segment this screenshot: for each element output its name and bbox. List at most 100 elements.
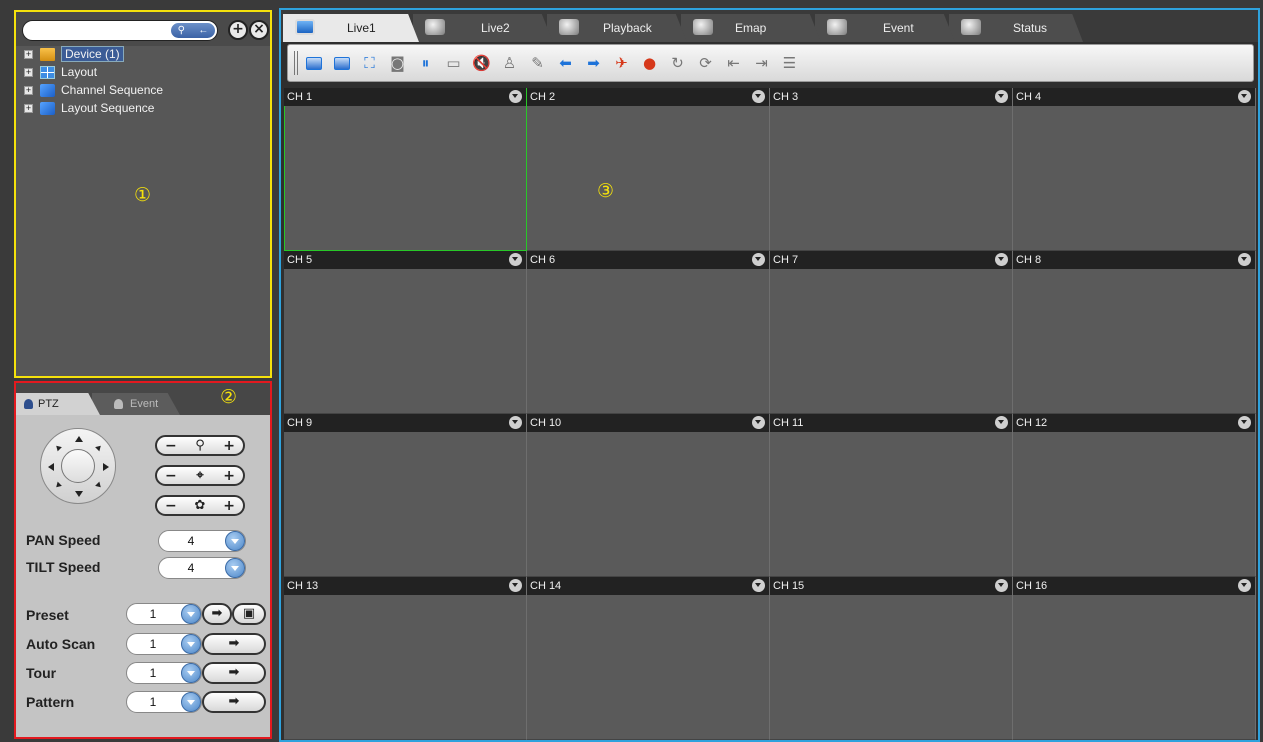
expand-icon[interactable]: + [24, 85, 33, 95]
mute-icon[interactable]: 🔇 [472, 54, 491, 73]
tree-item-layout[interactable]: + Layout [24, 63, 163, 81]
refresh-icon[interactable]: ↻ [668, 54, 687, 73]
layout-list-icon[interactable]: ☰ [780, 54, 799, 73]
focus-near-button[interactable]: − [165, 468, 177, 484]
chevron-down-icon[interactable] [995, 90, 1008, 103]
record-icon[interactable]: ▭ [444, 54, 463, 73]
pattern-select[interactable]: 1 [126, 691, 202, 713]
tab-event[interactable]: Event [92, 393, 180, 415]
add-circle-icon[interactable]: + [228, 20, 248, 40]
emergency-icon[interactable]: ● [640, 54, 659, 73]
chevron-down-icon[interactable] [509, 416, 522, 429]
alarm-icon[interactable]: ✈ [612, 54, 631, 73]
expand-icon[interactable]: + [24, 49, 33, 59]
preset-select[interactable]: 1 [126, 603, 202, 625]
auto-scan-select[interactable]: 1 [126, 633, 202, 655]
channel-tile[interactable]: CH 10 [527, 414, 770, 577]
channel-tile[interactable]: CH 7 [770, 251, 1013, 414]
zoom-out-button[interactable]: − [165, 438, 177, 454]
channel-tile[interactable]: CH 14 [527, 577, 770, 740]
channel-tile[interactable]: CH 15 [770, 577, 1013, 740]
chevron-down-icon[interactable] [995, 253, 1008, 266]
tab-ptz[interactable]: PTZ [16, 393, 100, 415]
channel-tile[interactable]: CH 13 [284, 577, 527, 740]
chevron-down-icon[interactable] [509, 579, 522, 592]
chevron-down-icon[interactable] [181, 692, 201, 712]
chevron-down-icon[interactable] [995, 416, 1008, 429]
channel-tile[interactable]: CH 16 [1013, 577, 1256, 740]
layout-4-icon[interactable] [332, 54, 351, 73]
ptz-direction-pad[interactable] [40, 428, 116, 504]
schedule-icon[interactable]: ⟳ [696, 54, 715, 73]
tour-select[interactable]: 1 [126, 662, 202, 684]
tree-search-box[interactable]: ⚲ ← [22, 20, 218, 41]
channel-tile[interactable]: CH 4 [1013, 88, 1256, 251]
chevron-down-icon[interactable] [509, 90, 522, 103]
chevron-down-icon[interactable] [1238, 90, 1251, 103]
arrow-down-right-icon[interactable] [95, 481, 103, 490]
tab-event[interactable]: Event [815, 14, 955, 42]
chevron-down-icon[interactable] [181, 634, 201, 654]
tab-emap[interactable]: Emap [681, 14, 821, 42]
tilt-speed-select[interactable]: 4 [158, 557, 246, 579]
channel-tile[interactable]: CH 8 [1013, 251, 1256, 414]
tree-search-input[interactable] [31, 23, 171, 38]
layout-16-icon[interactable] [304, 54, 323, 73]
pattern-go-button[interactable]: ➡ [202, 691, 266, 713]
fullscreen-icon[interactable]: ⛶ [360, 54, 379, 73]
chevron-down-icon[interactable] [752, 416, 765, 429]
iris-close-button[interactable]: − [165, 498, 177, 514]
arrow-up-icon[interactable] [75, 436, 83, 442]
tree-item-channel-sequence[interactable]: + Channel Sequence [24, 81, 163, 99]
channel-tile[interactable]: CH 9 [284, 414, 527, 577]
chevron-down-icon[interactable] [752, 253, 765, 266]
channel-tile[interactable]: CH 5 [284, 251, 527, 414]
arrow-right-icon[interactable] [103, 463, 109, 471]
pan-speed-select[interactable]: 4 [158, 530, 246, 552]
channel-tile[interactable]: CH 12 [1013, 414, 1256, 577]
chevron-down-icon[interactable] [1238, 253, 1251, 266]
mic-mute-icon[interactable]: ♙ [500, 54, 519, 73]
next-icon[interactable]: ➡ [584, 54, 603, 73]
focus-far-button[interactable]: + [223, 468, 235, 484]
chevron-down-icon[interactable] [995, 579, 1008, 592]
back-arrow-icon[interactable]: ← [198, 25, 208, 36]
chevron-down-icon[interactable] [225, 531, 245, 551]
arrow-up-left-icon[interactable] [54, 443, 62, 452]
channel-tile[interactable]: CH 3 [770, 88, 1013, 251]
preset-go-button[interactable]: ➡ [202, 603, 232, 625]
ptz-center-button[interactable] [61, 449, 95, 483]
chevron-down-icon[interactable] [509, 253, 522, 266]
close-circle-icon[interactable]: × [249, 20, 269, 40]
chevron-down-icon[interactable] [1238, 416, 1251, 429]
expand-icon[interactable]: + [24, 103, 33, 113]
tab-status[interactable]: Status [949, 14, 1083, 42]
chevron-down-icon[interactable] [1238, 579, 1251, 592]
tree-item-device[interactable]: + Device (1) [24, 45, 163, 63]
previous-icon[interactable]: ⬅ [556, 54, 575, 73]
chevron-down-icon[interactable] [181, 604, 201, 624]
chevron-down-icon[interactable] [752, 90, 765, 103]
chevron-down-icon[interactable] [181, 663, 201, 683]
arrow-down-left-icon[interactable] [54, 481, 62, 490]
arrow-down-icon[interactable] [75, 491, 83, 497]
auto-scan-go-button[interactable]: ➡ [202, 633, 266, 655]
search-icon[interactable]: ⚲ [178, 25, 185, 36]
arrow-left-icon[interactable] [48, 463, 54, 471]
channel-tile[interactable]: CH 11 [770, 414, 1013, 577]
sequence-back-icon[interactable]: ⇤ [724, 54, 743, 73]
pause-icon[interactable]: ⏸ [416, 54, 435, 73]
zoom-in-button[interactable]: + [223, 438, 235, 454]
chevron-down-icon[interactable] [752, 579, 765, 592]
tab-playback[interactable]: Playback [547, 14, 687, 42]
channel-tile[interactable]: CH 6 [527, 251, 770, 414]
channel-tile[interactable]: CH 1 [284, 88, 527, 251]
snapshot-icon[interactable]: ◙ [388, 54, 407, 73]
channel-tile[interactable]: CH 2 ③ [527, 88, 770, 251]
expand-icon[interactable]: + [24, 67, 33, 77]
sequence-forward-icon[interactable]: ⇥ [752, 54, 771, 73]
tree-item-layout-sequence[interactable]: + Layout Sequence [24, 99, 163, 117]
edit-icon[interactable]: ✎ [528, 54, 547, 73]
tab-live1[interactable]: Live1 [283, 14, 419, 42]
arrow-up-right-icon[interactable] [95, 443, 103, 452]
